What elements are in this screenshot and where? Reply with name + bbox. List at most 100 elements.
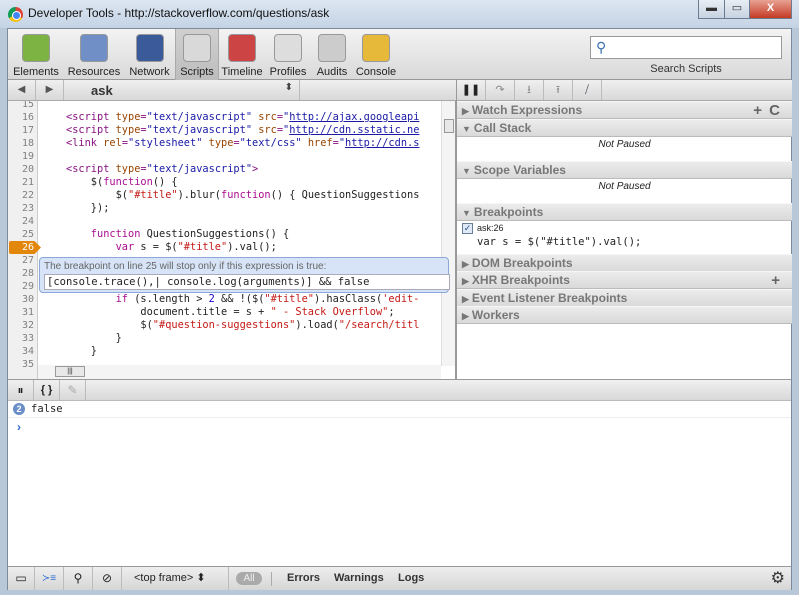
line-number[interactable]: 20	[8, 163, 34, 176]
source-editor[interactable]: 15 16 17 18 19 20 21 22 23 24 25 26 27 28 29 30 31 32 33 34…	[8, 101, 456, 379]
select-arrows-icon: ⬍	[284, 82, 293, 93]
line-number[interactable]: 30	[8, 293, 34, 306]
section-watch-expressions[interactable]: ▶ Watch Expressions + C	[457, 101, 792, 119]
line-number[interactable]: 23	[8, 202, 34, 215]
section-scope-variables[interactable]: ▼ Scope Variables	[457, 161, 792, 179]
clear-console-icon[interactable]: ⊘	[93, 567, 122, 590]
code-token: "text/javascript"	[146, 163, 253, 175]
forward-button[interactable]: ▶	[36, 80, 64, 100]
code-line: <script type="text/javascript" src="http…	[66, 124, 419, 137]
breakpoint-item[interactable]: ✓ ask:26 var s = $("#title").val();	[457, 220, 792, 254]
section-event-listener-breakpoints[interactable]: ▶ Event Listener Breakpoints	[457, 289, 792, 307]
line-number[interactable]: 18	[8, 137, 34, 150]
section-xhr-breakpoints[interactable]: ▶ XHR Breakpoints +	[457, 271, 792, 289]
code-token: "/search/titl	[338, 319, 420, 331]
filter-errors[interactable]: Errors	[287, 572, 320, 584]
line-number[interactable]: 34	[8, 345, 34, 358]
breakpoint-location: ask:26	[477, 223, 504, 233]
line-number[interactable]: 32	[8, 319, 34, 332]
line-number[interactable]: 15	[8, 101, 34, 111]
frame-select[interactable]: <top frame> ⬍	[125, 567, 229, 590]
console-panel[interactable]: 2 false ›	[8, 401, 791, 566]
deactivate-breakpoints-icon[interactable]: ⧸	[573, 80, 602, 100]
step-into-icon[interactable]: ⭳	[515, 80, 544, 100]
code-line: <script type="text/javascript" src="http…	[66, 111, 419, 124]
vertical-scrollbar[interactable]	[441, 101, 455, 366]
line-number[interactable]: 28	[8, 267, 34, 280]
section-dom-breakpoints[interactable]: ▶ DOM Breakpoints	[457, 254, 792, 272]
script-file-select[interactable]: ask ⬍	[66, 80, 300, 100]
console-toggle-icon[interactable]: ≻≡	[35, 567, 64, 590]
section-title: Scope Variables	[473, 163, 566, 177]
console-prompt[interactable]: ›	[17, 420, 21, 434]
window-title: Developer Tools - http://stackoverflow.c…	[28, 6, 330, 20]
code-token: <script	[66, 124, 116, 136]
line-number[interactable]: 16	[8, 111, 34, 124]
add-watch-icon[interactable]: +	[753, 102, 762, 119]
code-token: >	[252, 163, 259, 175]
tab-audits[interactable]: Audits	[311, 29, 353, 80]
scroll-thumb[interactable]: |||	[55, 366, 85, 377]
section-workers[interactable]: ▶ Workers	[457, 306, 792, 324]
line-number[interactable]: 19	[8, 150, 34, 163]
line-number[interactable]: 29	[8, 280, 34, 293]
filter-all[interactable]: All	[236, 572, 262, 585]
code-token: <script	[66, 111, 116, 123]
code-token: function	[66, 228, 141, 240]
line-number[interactable]: 31	[8, 306, 34, 319]
tab-profiles[interactable]: Profiles	[265, 29, 311, 80]
chrome-icon	[8, 7, 23, 22]
tab-scripts[interactable]: Scripts	[175, 29, 219, 80]
line-number[interactable]: 25	[8, 228, 34, 241]
search-scripts-input[interactable]: ⚲	[590, 36, 782, 59]
close-button[interactable]: X	[749, 0, 792, 19]
tab-network[interactable]: Network	[124, 29, 175, 80]
line-number[interactable]: 17	[8, 124, 34, 137]
code-token: "stylesheet"	[128, 137, 203, 149]
tab-label: Elements	[13, 66, 59, 78]
filter-warnings[interactable]: Warnings	[334, 572, 384, 584]
code-token: http://ajax.googleapi	[289, 111, 420, 123]
pause-on-exceptions-icon[interactable]: ⏸	[8, 380, 34, 401]
add-xhr-breakpoint-icon[interactable]: +	[771, 272, 780, 289]
code-line: $(function() {	[66, 176, 178, 189]
line-number[interactable]: 33	[8, 332, 34, 345]
code-token: "#title"	[177, 241, 228, 253]
section-call-stack[interactable]: ▼ Call Stack	[457, 119, 792, 137]
minimize-button[interactable]: ▬	[698, 0, 725, 19]
refresh-icon[interactable]: C	[769, 102, 780, 119]
line-number[interactable]: 24	[8, 215, 34, 228]
horizontal-scrollbar[interactable]: |||	[38, 365, 441, 379]
step-over-icon[interactable]: ↷	[486, 80, 515, 100]
maximize-button[interactable]: ▭	[724, 0, 750, 19]
dock-icon[interactable]: ▭	[8, 567, 35, 590]
tab-timeline[interactable]: Timeline	[219, 29, 265, 80]
breakpoint-checkbox[interactable]: ✓	[462, 223, 473, 234]
back-button[interactable]: ◀	[8, 80, 36, 100]
line-number[interactable]: 35	[8, 358, 34, 371]
line-number[interactable]: 22	[8, 189, 34, 202]
code-token: http://cdn.sstatic.ne	[289, 124, 420, 136]
code-token: type	[202, 137, 234, 149]
filter-logs[interactable]: Logs	[398, 572, 424, 584]
tab-elements[interactable]: Elements	[8, 29, 64, 80]
line-gutter[interactable]: 15 16 17 18 19 20 21 22 23 24 25 26 27 28 29 30 31 32 33 34…	[8, 101, 41, 379]
line-number[interactable]: 21	[8, 176, 34, 189]
search-icon[interactable]: ⚲	[64, 567, 93, 590]
timeline-icon	[228, 34, 256, 62]
scroll-thumb[interactable]	[444, 119, 454, 133]
breakpoint-marker[interactable]: 26	[9, 241, 41, 254]
step-out-icon[interactable]: ⭱	[544, 80, 573, 100]
section-breakpoints[interactable]: ▼ Breakpoints	[457, 203, 792, 221]
tab-resources[interactable]: Resources	[64, 29, 124, 80]
tab-console[interactable]: Console	[353, 29, 399, 80]
pause-icon[interactable]: ❚❚	[457, 80, 486, 100]
line-number[interactable]: 27	[8, 254, 34, 267]
condition-input[interactable]: [console.trace(),| console.log(arguments…	[44, 274, 450, 290]
pretty-print-icon[interactable]: { }	[34, 380, 60, 401]
gear-icon[interactable]: ⚙	[771, 568, 785, 588]
code-token: $(	[66, 189, 128, 201]
code-line: }	[66, 345, 97, 358]
edit-icon[interactable]: ✎	[60, 380, 86, 401]
code-token: () {	[152, 176, 178, 188]
